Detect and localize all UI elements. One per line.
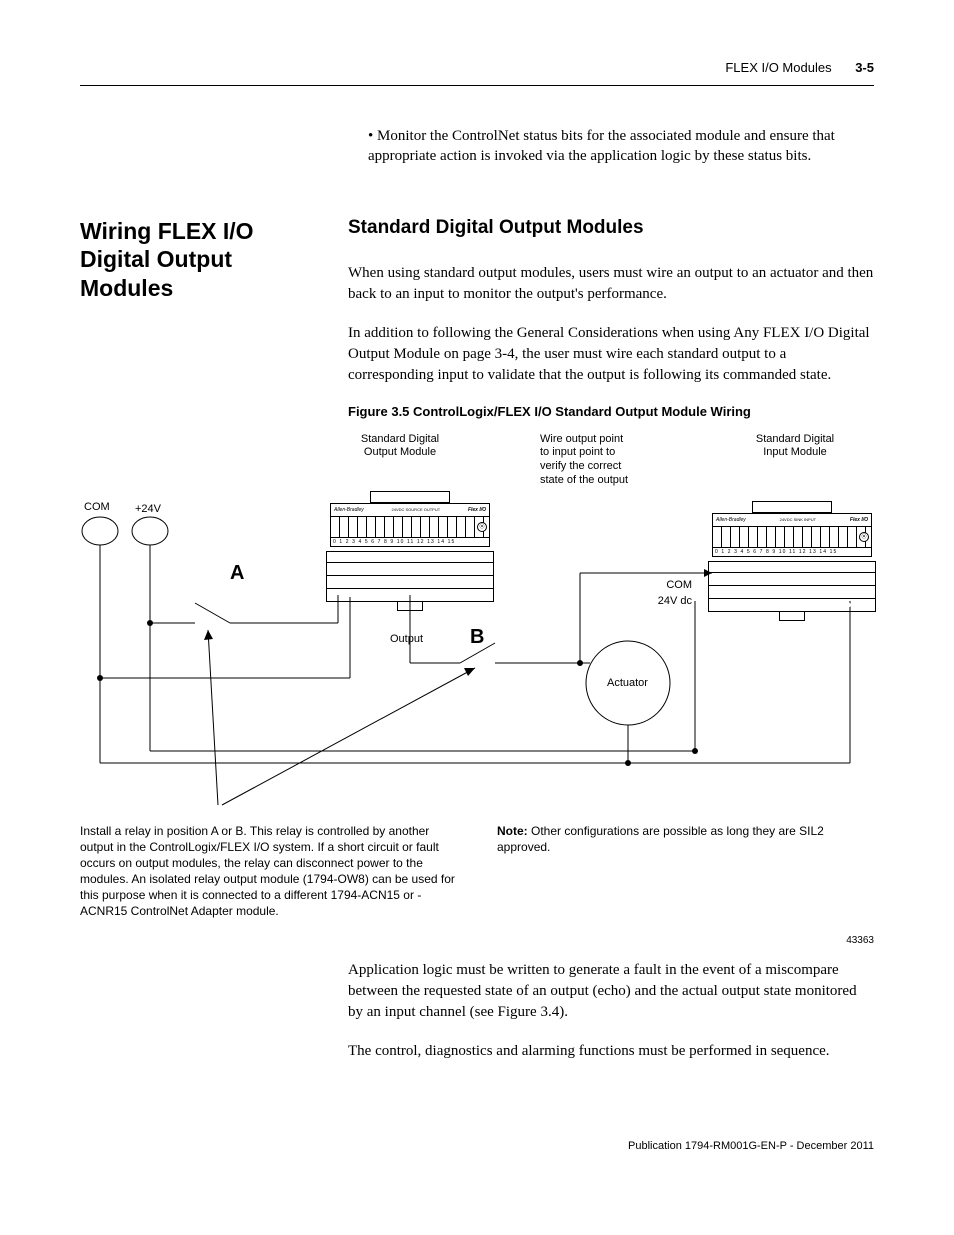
- header-page-number: 3-5: [855, 60, 874, 75]
- label-output-module: Standard DigitalOutput Module: [340, 433, 460, 461]
- paragraph: When using standard output modules, user…: [348, 263, 874, 305]
- label-wire-note: Wire output pointto input point toverify…: [540, 433, 670, 488]
- section-heading-right: Standard Digital Output Modules: [348, 217, 874, 239]
- output-terminal-base: [326, 551, 494, 611]
- paragraph: Application logic must be written to gen…: [348, 960, 874, 1023]
- input-terminal-base: [708, 561, 876, 621]
- paragraph: In addition to following the General Con…: [348, 323, 874, 386]
- label-a: A: [230, 561, 244, 586]
- figure-diagram: Standard DigitalOutput Module Wire outpu…: [80, 433, 874, 813]
- section-heading-left: Wiring FLEX I/O Digital Output Modules: [80, 217, 330, 303]
- page-footer: Publication 1794-RM001G-EN-P - December …: [80, 1140, 874, 1152]
- header-title: FLEX I/O Modules: [725, 60, 831, 75]
- label-output: Output: [390, 633, 423, 647]
- figure-note-left: Install a relay in position A or B. This…: [80, 823, 457, 920]
- label-b: B: [470, 625, 484, 650]
- paragraph: The control, diagnostics and alarming fu…: [348, 1041, 874, 1062]
- label-input-module: Standard DigitalInput Module: [735, 433, 855, 461]
- label-24v: +24V: [135, 503, 161, 517]
- page-header: FLEX I/O Modules 3-5: [80, 60, 874, 75]
- bullet-item: Monitor the ControlNet status bits for t…: [368, 126, 874, 167]
- label-com2: COM: [652, 579, 692, 593]
- header-rule: [80, 85, 874, 86]
- label-actuator: Actuator: [607, 677, 648, 691]
- figure-note-right: Note: Other configurations are possible …: [497, 823, 874, 920]
- label-com: COM: [84, 501, 110, 515]
- figure-id: 43363: [846, 934, 874, 948]
- figure-caption: Figure 3.5 ControlLogix/FLEX I/O Standar…: [348, 404, 874, 419]
- bullet-list: Monitor the ControlNet status bits for t…: [368, 126, 874, 167]
- output-module-graphic: Allen-Bradley 24VDC SOURCE OUTPUT Flex I…: [330, 491, 490, 547]
- input-module-graphic: Allen-Bradley 24VDC SINK INPUT Flex I/O …: [712, 501, 872, 557]
- label-24vdc: 24V dc: [646, 595, 692, 609]
- note-label: Note:: [497, 824, 528, 838]
